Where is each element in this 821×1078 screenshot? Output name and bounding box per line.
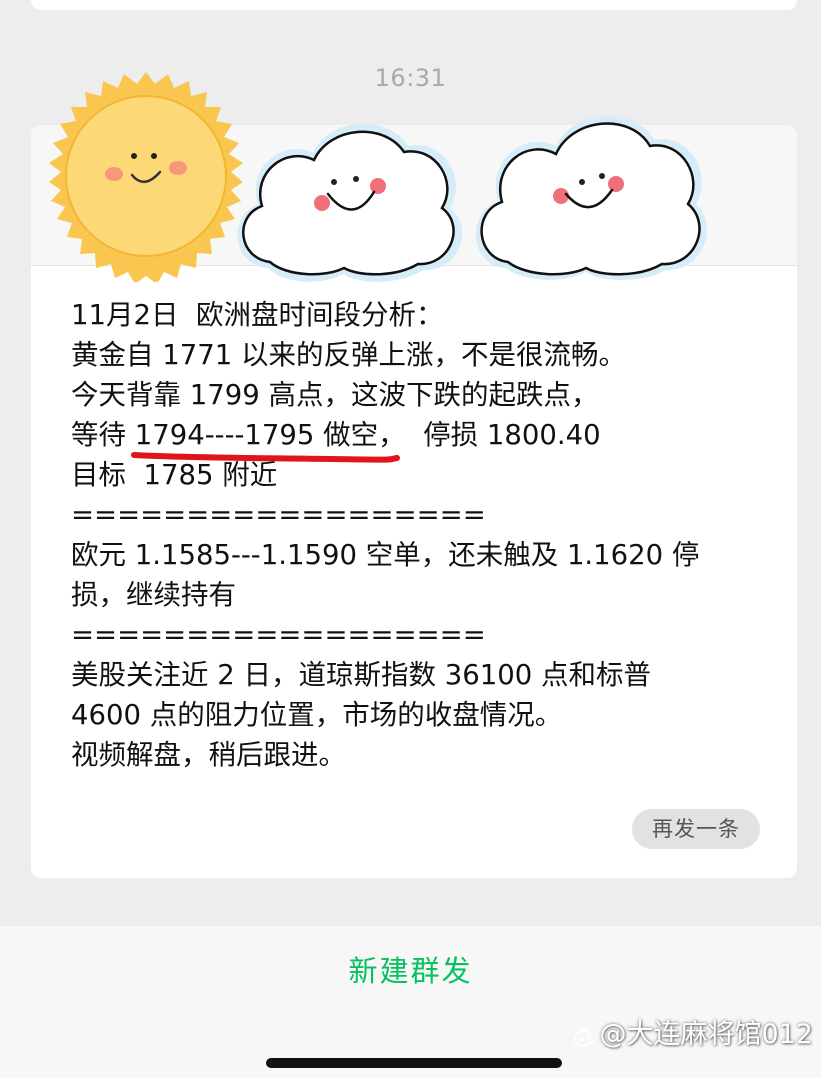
bottom-action-bar: 新建群发 @大连麻将馆012 <box>0 926 821 1078</box>
cloud-sticker <box>237 123 463 282</box>
message-divider: ================== <box>71 499 486 531</box>
resend-button[interactable]: 再发一条 <box>632 809 760 849</box>
message-text: 等待 <box>71 419 135 451</box>
message-divider: ================== <box>71 619 486 651</box>
highlighted-entry: 1794----1795 做空 <box>130 415 400 463</box>
red-underline-mark <box>130 452 400 463</box>
message-line: 欧元 1.1585---1.1590 空单，还未触及 1.1620 停 <box>71 539 700 571</box>
message-line: 美股关注近 2 日，道琼斯指数 36100 点和标普 <box>71 659 651 691</box>
new-broadcast-button[interactable]: 新建群发 <box>0 950 821 992</box>
watermark-text: @大连麻将馆012 <box>599 1019 813 1050</box>
message-text: ， 停损 1800.40 <box>378 419 601 451</box>
watermark: @大连麻将馆012 <box>571 1012 813 1051</box>
message-line: 今天背靠 1799 高点，这波下跌的起跌点， <box>71 379 599 411</box>
message-line: 黄金自 1771 以来的反弹上涨，不是很流畅。 <box>71 339 626 371</box>
home-indicator <box>266 1058 562 1068</box>
message-line: 等待 1794----1795 做空， 停损 1800.40 <box>71 415 771 463</box>
weibo-icon <box>574 1029 594 1046</box>
sun-sticker <box>49 72 243 282</box>
message-line: 视频解盘，稍后跟进。 <box>71 739 346 771</box>
cloud-sticker <box>475 115 707 280</box>
message-body: 11月2日 欧洲盘时间段分析： 黄金自 1771 以来的反弹上涨，不是很流畅。 … <box>71 295 771 775</box>
message-line: 损，继续持有 <box>71 579 236 611</box>
message-line: 11月2日 欧洲盘时间段分析： <box>71 299 444 331</box>
previous-message-card <box>31 0 797 10</box>
highlighted-entry-text: 1794----1795 做空 <box>134 419 379 451</box>
message-line: 4600 点的阻力位置，市场的收盘情况。 <box>71 699 563 731</box>
